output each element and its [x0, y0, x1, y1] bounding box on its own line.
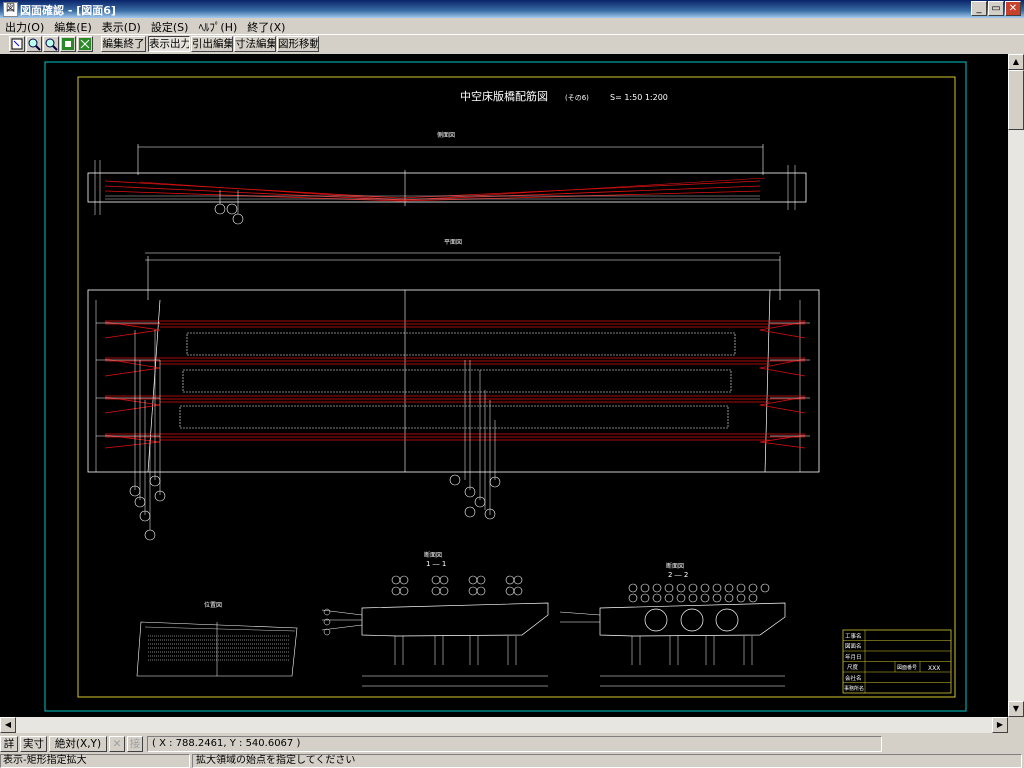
scroll-corner [1008, 717, 1024, 733]
zoom-out-icon[interactable] [43, 36, 59, 52]
display-output-button[interactable]: 表示出力 [148, 36, 190, 52]
scroll-right-icon[interactable]: ▶ [992, 717, 1008, 733]
title-block-row-office: 事務所名 [844, 685, 864, 692]
title-block-row-scale: 尺度 [847, 663, 859, 671]
restore-button[interactable]: ▭ [988, 1, 1004, 16]
drawing-subtitle: (その6) [565, 94, 589, 102]
menu-output[interactable]: 出力(O) [0, 18, 49, 35]
menu-view[interactable]: 表示(D) [97, 18, 146, 35]
location-label: 位置図 [204, 601, 222, 609]
app-icon: 図 [3, 2, 18, 17]
fit-all-icon[interactable] [77, 36, 93, 52]
disabled-snap-button[interactable]: 接 [127, 736, 143, 752]
toolbar: 編集終了 表示出力 引出編集 寸法編集 図形移動 [0, 34, 1024, 55]
drawing-title: 中空床版橋配筋図 [460, 89, 548, 103]
fit-window-icon[interactable] [60, 36, 76, 52]
scroll-up-icon[interactable]: ▲ [1008, 54, 1024, 70]
minimize-button[interactable]: _ [971, 1, 987, 16]
close-button[interactable]: ✕ [1005, 1, 1021, 16]
select-icon[interactable] [9, 36, 25, 52]
dimension-edit-button[interactable]: 寸法編集 [234, 36, 276, 52]
message-bar: 表示-矩形指定拡大 拡大領域の始点を指定してください [0, 754, 1024, 768]
disabled-cross-button[interactable]: ✕ [109, 736, 125, 752]
menu-edit[interactable]: 編集(E) [49, 18, 97, 35]
drawing-canvas[interactable]: 中空床版橋配筋図 (その6) S= 1:50 1:200 側面図 平面図 断面図… [0, 54, 1008, 717]
mode-status: 表示-矩形指定拡大 [0, 754, 190, 768]
command-bar: 詳 実寸 絶対(X,Y) ✕ 接 ( X : 788.2461, Y : 540… [0, 734, 1024, 754]
plan-view: 平面図 [87, 239, 820, 541]
edit-end-button[interactable]: 編集終了 [101, 36, 146, 52]
leader-edit-button[interactable]: 引出編集 [191, 36, 233, 52]
scroll-left-icon[interactable]: ◀ [0, 717, 16, 733]
location-view: 位置図 [136, 601, 298, 677]
detail-button[interactable]: 詳 [0, 736, 18, 752]
vertical-scrollbar[interactable]: ▲ ▼ [1008, 54, 1024, 717]
cad-drawing: 中空床版橋配筋図 (その6) S= 1:50 1:200 側面図 平面図 断面図… [44, 61, 967, 712]
side-view-label: 側面図 [437, 131, 455, 139]
menu-help[interactable]: ﾍﾙﾌﾟ(H) [193, 18, 242, 35]
plan-view-label: 平面図 [444, 239, 462, 246]
coordinate-readout: ( X : 788.2461, Y : 540.6067 ) [147, 736, 882, 752]
section1-label: 断面図 [424, 551, 442, 559]
title-block-drawing-no-label: 図面番号 [897, 664, 917, 671]
menu-settings[interactable]: 設定(S) [146, 18, 194, 35]
title-block-row-drawing: 図面名 [845, 642, 862, 650]
section2-sub: 2 ― 2 [668, 571, 688, 579]
zoom-in-icon[interactable] [26, 36, 42, 52]
section1-sub: 1 ― 1 [426, 560, 446, 568]
section-2-2: 断面図 2 ― 2 [559, 562, 786, 687]
section2-label: 断面図 [666, 562, 684, 570]
scroll-down-icon[interactable]: ▼ [1008, 701, 1024, 717]
section-1-1: 断面図 1 ― 1 [321, 551, 549, 687]
title-block-row-project: 工事名 [845, 632, 862, 640]
window-title: 図面確認 - [図面6] [20, 4, 116, 17]
prompt-status: 拡大領域の始点を指定してください [192, 754, 1022, 768]
drawing-scale: S= 1:50 1:200 [610, 93, 668, 102]
actual-size-button[interactable]: 実寸 [20, 736, 47, 752]
horizontal-scrollbar[interactable]: ◀ ▶ [0, 717, 1008, 733]
vertical-scroll-thumb[interactable] [1008, 70, 1024, 130]
absolute-coords-button[interactable]: 絶対(X,Y) [49, 736, 107, 752]
menu-bar: 出力(O) 編集(E) 表示(D) 設定(S) ﾍﾙﾌﾟ(H) 終了(X) [0, 18, 1024, 34]
menu-exit[interactable]: 終了(X) [242, 18, 290, 35]
title-block-row-date: 年月日 [845, 653, 862, 661]
shape-move-button[interactable]: 図形移動 [277, 36, 319, 52]
title-block-drawing-no-value: XXX [928, 665, 940, 672]
title-bar: 図 図面確認 - [図面6] _ ▭ ✕ [0, 0, 1024, 18]
title-block-row-company: 会社名 [845, 674, 862, 682]
title-block: 工事名 図面名 年月日 尺度 会社名 事務所名 図面番号 XXX [842, 629, 952, 694]
side-view: 側面図 [87, 131, 807, 225]
